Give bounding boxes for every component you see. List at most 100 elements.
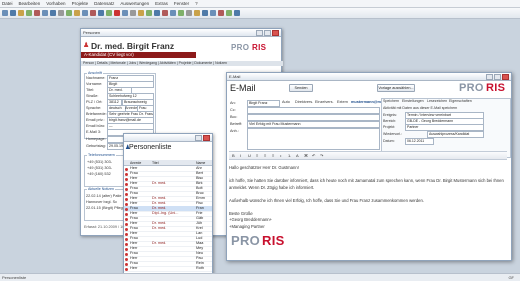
menu-item[interactable]: Vorhaben bbox=[46, 1, 65, 6]
menu-item[interactable]: Auswertungen bbox=[120, 1, 149, 6]
menu-item[interactable]: ? bbox=[195, 1, 198, 6]
toolbar-button-icon[interactable] bbox=[74, 10, 80, 16]
close-icon[interactable] bbox=[203, 134, 210, 141]
minimize-icon[interactable] bbox=[256, 29, 263, 36]
menu-item[interactable]: Datensatz bbox=[94, 1, 114, 6]
template-button[interactable]: Vorlage auswählen... bbox=[377, 84, 415, 92]
toolbar-button-icon[interactable] bbox=[218, 10, 224, 16]
toolbar-button-icon[interactable] bbox=[210, 10, 216, 16]
toolbar-button-icon[interactable] bbox=[162, 10, 168, 16]
toolbar-button-icon[interactable] bbox=[178, 10, 184, 16]
note-line: 22.02.14 (alter) Patie bbox=[86, 194, 122, 198]
format-button-icon[interactable]: A bbox=[296, 153, 299, 158]
toolbar-button-icon[interactable] bbox=[114, 10, 120, 16]
option-checkbox[interactable]: Auto bbox=[282, 100, 290, 104]
format-button-icon[interactable]: • bbox=[280, 153, 281, 158]
person-tabs[interactable]: Person | Details | Merkmale | Jobs | Wer… bbox=[81, 61, 283, 66]
signature-logo-pro: PRO bbox=[231, 233, 261, 248]
format-button-icon[interactable]: ↶ bbox=[312, 153, 315, 158]
label-title: Titel: bbox=[86, 88, 95, 92]
option-checkbox[interactable]: Einzelvers. bbox=[315, 100, 334, 104]
format-button-icon[interactable]: 1. bbox=[288, 153, 291, 158]
menu-item[interactable]: Extras bbox=[155, 1, 168, 6]
toolbar-button-icon[interactable] bbox=[154, 10, 160, 16]
toolbar-button-icon[interactable] bbox=[42, 10, 48, 16]
save-activity-checkbox[interactable]: Aktivität mit Daten aus dieser E-Mail sp… bbox=[383, 106, 457, 110]
close-icon[interactable] bbox=[272, 29, 279, 36]
toolbar-button-icon[interactable] bbox=[234, 10, 240, 16]
phone-number[interactable]: +49 (531) 303- bbox=[87, 160, 112, 164]
toolbar-button-icon[interactable] bbox=[82, 10, 88, 16]
date-field[interactable]: 06.12.2011 bbox=[405, 138, 434, 145]
tab-bookmarks[interactable]: Lesezeichen bbox=[427, 99, 447, 103]
person-window-titlebar[interactable]: Personen bbox=[81, 29, 281, 37]
toolbar-button-icon[interactable] bbox=[138, 10, 144, 16]
bcc-field[interactable] bbox=[247, 114, 380, 121]
tab-settings[interactable]: Einstellungen bbox=[402, 99, 424, 103]
minimize-icon[interactable] bbox=[486, 73, 493, 80]
menu-item[interactable]: Fenster bbox=[174, 1, 189, 6]
tab-properties[interactable]: Eigenschaften bbox=[449, 99, 472, 103]
toolbar-button-icon[interactable] bbox=[130, 10, 136, 16]
toolbar-button-icon[interactable] bbox=[90, 10, 96, 16]
option-checkbox[interactable]: Direktvers. bbox=[295, 100, 313, 104]
toolbar-button-icon[interactable] bbox=[66, 10, 72, 16]
phone-number[interactable]: +49 (531) 303- bbox=[87, 166, 112, 170]
attachments-field[interactable] bbox=[247, 128, 380, 150]
status-text: Personenliste bbox=[2, 275, 27, 280]
toolbar-button-icon[interactable] bbox=[10, 10, 16, 16]
column-header-anrede[interactable]: Anrede bbox=[130, 161, 141, 165]
followup-field[interactable]: Auswahlprozess/Kandidat bbox=[427, 131, 484, 138]
project-field[interactable]: Partner bbox=[405, 124, 484, 131]
toolbar-button-icon[interactable] bbox=[2, 10, 8, 16]
label-lastname: Nachname: bbox=[86, 76, 106, 80]
format-button-icon[interactable]: ⌘ bbox=[304, 153, 308, 158]
minimize-icon[interactable] bbox=[195, 134, 202, 141]
format-button-icon[interactable]: ≡ bbox=[264, 153, 266, 158]
phone-number[interactable]: +49 (160) 532 bbox=[87, 172, 111, 176]
format-button-icon[interactable]: U bbox=[248, 153, 251, 158]
rp-label: Ereignis: bbox=[383, 113, 397, 117]
toolbar-button-icon[interactable] bbox=[34, 10, 40, 16]
format-button-icon[interactable]: I bbox=[240, 153, 241, 158]
table-row[interactable]: Herr Roth bbox=[124, 266, 212, 272]
toolbar-button-icon[interactable] bbox=[194, 10, 200, 16]
person-window-title: Personen bbox=[83, 30, 101, 35]
toolbar-button-icon[interactable] bbox=[58, 10, 64, 16]
toolbar-button-icon[interactable] bbox=[170, 10, 176, 16]
toolbar-button-icon[interactable] bbox=[122, 10, 128, 16]
close-icon[interactable] bbox=[502, 73, 509, 80]
tab-save[interactable]: Speichern bbox=[383, 99, 399, 103]
person-list-titlebar[interactable] bbox=[124, 134, 212, 142]
cc-field[interactable] bbox=[247, 107, 380, 114]
maximize-icon[interactable] bbox=[494, 73, 501, 80]
toolbar-button-icon[interactable] bbox=[146, 10, 152, 16]
toolbar-button-icon[interactable] bbox=[186, 10, 192, 16]
toolbar-button-icon[interactable] bbox=[98, 10, 104, 16]
toolbar-button-icon[interactable] bbox=[50, 10, 56, 16]
menu-item[interactable]: Datei bbox=[2, 1, 13, 6]
email-window-titlebar[interactable]: E-Mail bbox=[227, 73, 511, 81]
toolbar-button-icon[interactable] bbox=[226, 10, 232, 16]
menu-item[interactable]: Bearbeiten bbox=[19, 1, 41, 6]
email-heading: E-Mail bbox=[230, 83, 256, 93]
column-header-titel[interactable]: Titel bbox=[152, 161, 158, 165]
to-field[interactable]: Birgit Franz bbox=[247, 100, 280, 107]
format-button-icon[interactable]: ≡ bbox=[256, 153, 258, 158]
option-checkbox[interactable]: Extern bbox=[337, 100, 348, 104]
maximize-icon[interactable] bbox=[264, 29, 271, 36]
toolbar-button-icon[interactable] bbox=[18, 10, 24, 16]
toolbar-button-icon[interactable] bbox=[106, 10, 112, 16]
format-button-icon[interactable]: ↷ bbox=[320, 153, 323, 158]
toolbar-button-icon[interactable] bbox=[26, 10, 32, 16]
format-button-icon[interactable]: B bbox=[232, 153, 235, 158]
label-zip: PLZ / Ort: bbox=[86, 100, 103, 104]
send-button[interactable]: Senden bbox=[289, 84, 313, 92]
column-header-name[interactable]: Name bbox=[196, 161, 205, 165]
menu-item[interactable]: Projekte bbox=[72, 1, 89, 6]
label-email-office: Email büro: bbox=[86, 124, 106, 128]
subject-field[interactable]: Viel Erfolg mit Frau Mustermann bbox=[247, 121, 380, 128]
email-body-line: Beste Grüße bbox=[229, 210, 253, 216]
toolbar-button-icon[interactable] bbox=[202, 10, 208, 16]
format-button-icon[interactable]: ≡ bbox=[272, 153, 274, 158]
